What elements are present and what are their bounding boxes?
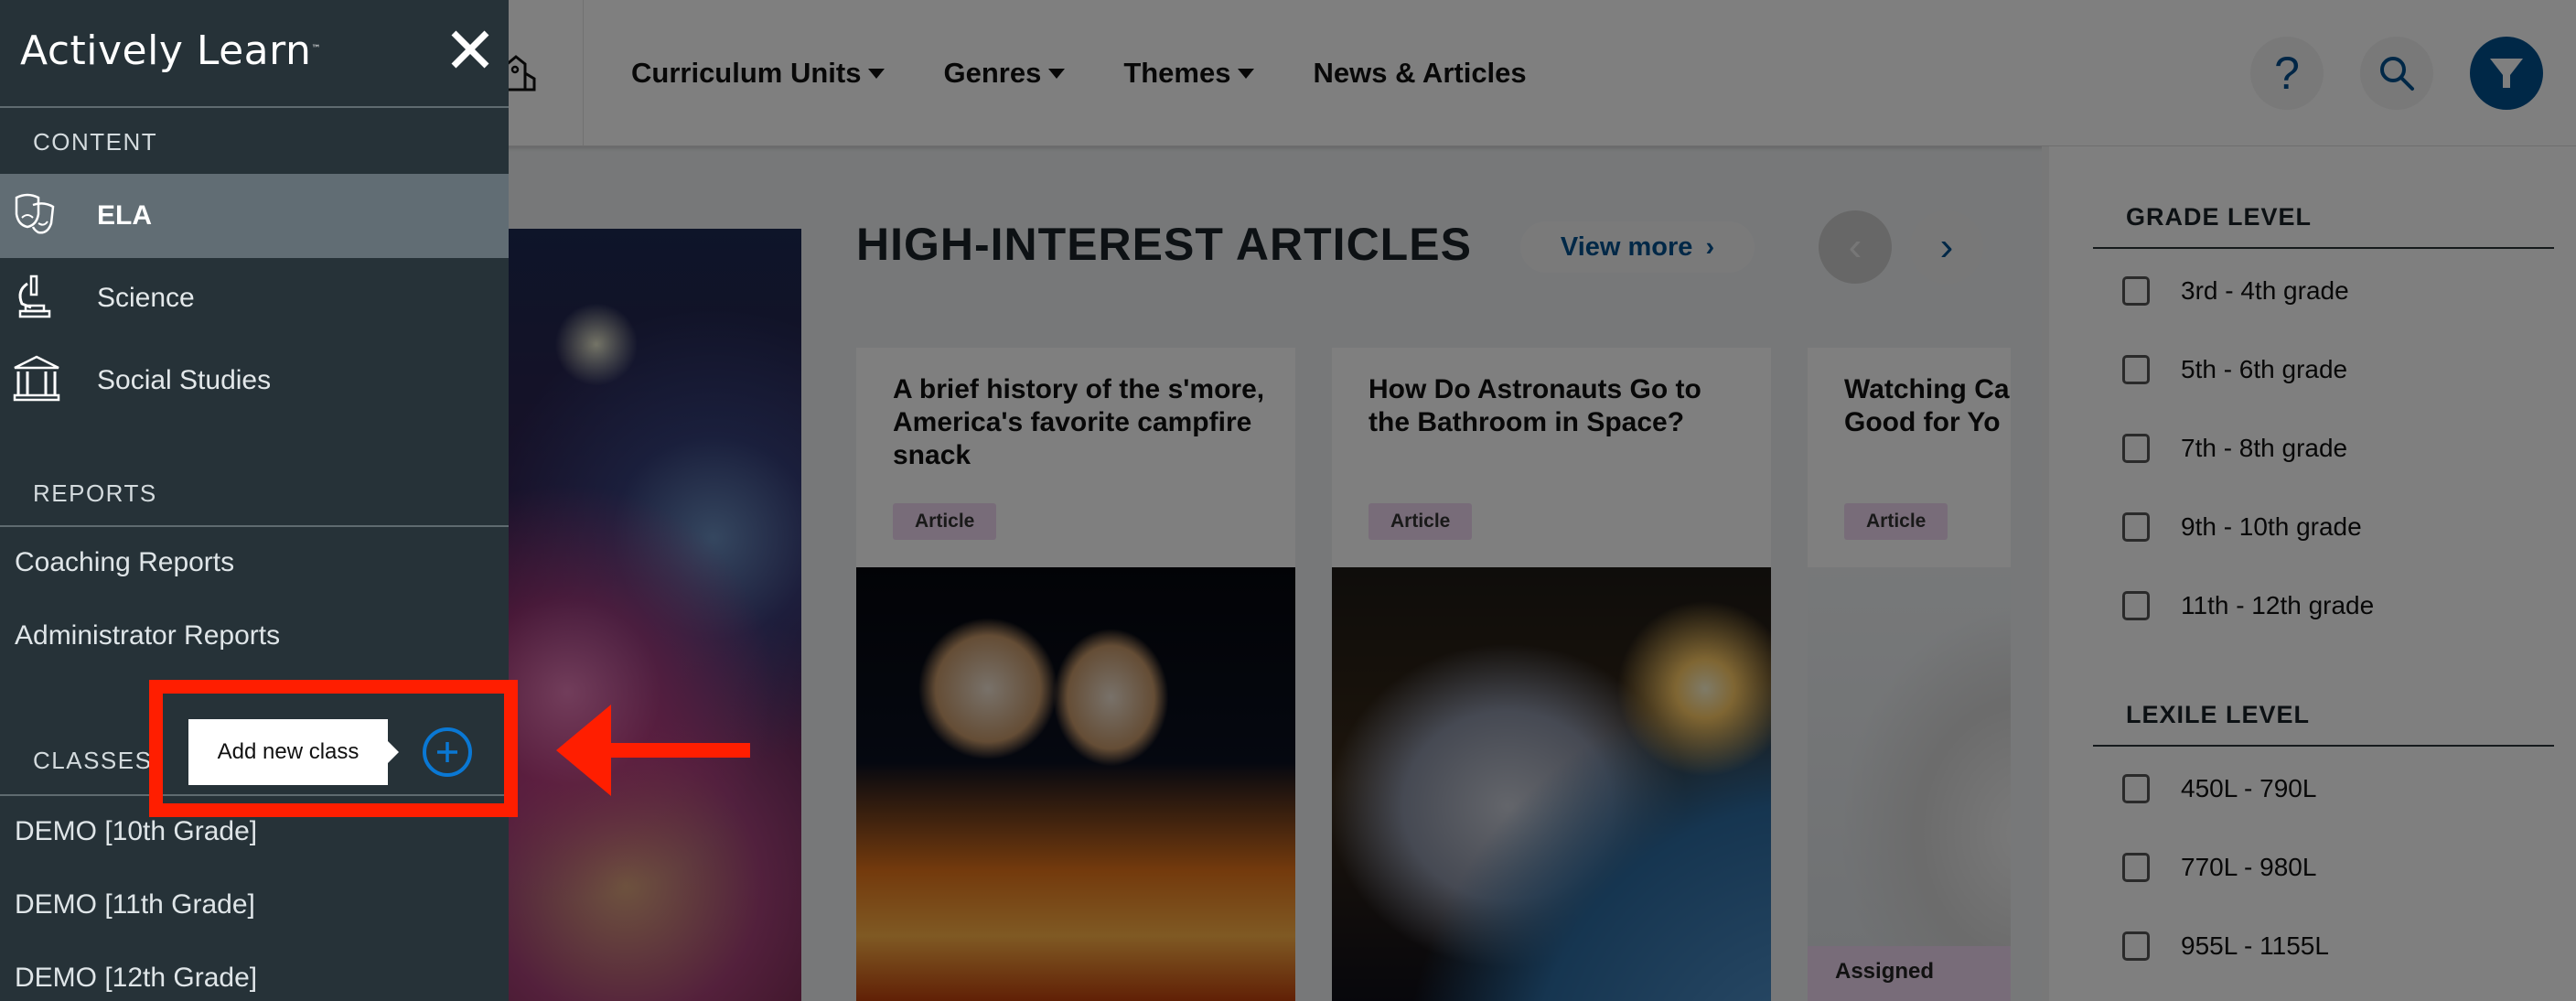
- annotation-highlight-box: [149, 680, 518, 817]
- sidebar-item-label: Social Studies: [97, 365, 272, 395]
- close-icon[interactable]: [448, 27, 492, 71]
- microscope-icon: [18, 274, 51, 318]
- sidebar-item-label: ELA: [97, 200, 152, 231]
- class-link[interactable]: DEMO [12th Grade]: [15, 963, 257, 994]
- logo-text: Actively Learn: [20, 27, 312, 74]
- coaching-reports-link[interactable]: Coaching Reports: [15, 547, 234, 578]
- administrator-reports-link[interactable]: Administrator Reports: [15, 620, 280, 651]
- sidebar-item-science[interactable]: Science: [0, 256, 509, 340]
- trademark: ™: [311, 44, 321, 54]
- app-logo: Actively Learn™: [20, 27, 321, 74]
- classes-heading: CLASSES: [33, 747, 153, 774]
- sidebar-item-ela[interactable]: ELA: [0, 174, 509, 258]
- theater-masks-icon: [15, 193, 55, 234]
- drawer-divider: [0, 106, 509, 108]
- drawer-divider: [0, 525, 509, 527]
- sidebar-item-label: Science: [97, 283, 195, 313]
- annotation-arrow-icon: [556, 705, 750, 796]
- museum-icon: [13, 355, 60, 402]
- sidebar-item-social-studies[interactable]: Social Studies: [0, 339, 509, 423]
- class-link[interactable]: DEMO [11th Grade]: [15, 889, 255, 920]
- content-heading: CONTENT: [33, 128, 158, 156]
- reports-heading: REPORTS: [33, 479, 157, 507]
- class-link[interactable]: DEMO [10th Grade]: [15, 816, 257, 847]
- side-drawer: Actively Learn™ CONTENT ELA Science Soci…: [0, 0, 509, 1001]
